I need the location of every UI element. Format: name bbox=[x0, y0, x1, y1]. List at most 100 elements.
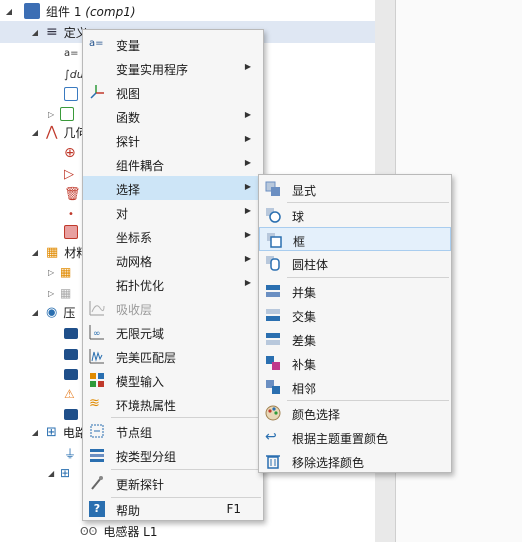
inductor-icon: ʘʘ bbox=[80, 524, 98, 538]
menu-item-pairs[interactable]: 对 ▶ bbox=[83, 200, 263, 224]
menu-item-label: 模型输入 bbox=[116, 375, 165, 389]
menu-item-functions[interactable]: 函数 ▶ bbox=[83, 104, 263, 128]
submenu-arrow-icon: ▶ bbox=[244, 206, 251, 215]
tree-node-label: 组件 1 bbox=[46, 4, 82, 19]
collapse-arrow-icon[interactable]: ◢ bbox=[4, 7, 14, 16]
menu-item-box[interactable]: 框 bbox=[259, 227, 451, 251]
menu-item-reset-color[interactable]: ↩ 根据主题重置颜色 bbox=[259, 425, 451, 449]
tree-child-acoustic-3[interactable] bbox=[64, 363, 78, 385]
tree-node-inductor[interactable]: ʘʘ 电感器 L1 bbox=[80, 520, 157, 542]
menu-separator bbox=[111, 417, 261, 418]
menu-item-component-couplings[interactable]: 组件耦合 ▶ bbox=[83, 152, 263, 176]
menu-item-probes[interactable]: 探针 ▶ bbox=[83, 128, 263, 152]
tree-node-tag: (comp1) bbox=[85, 4, 136, 19]
model-input-icon bbox=[89, 372, 105, 388]
collapse-arrow-icon[interactable]: ◢ bbox=[30, 248, 40, 257]
tree-child-material-1[interactable]: ▷ ▦ bbox=[48, 261, 71, 283]
menu-item-ambient-thermal-properties[interactable]: ≋ 环境热属性 bbox=[83, 392, 263, 416]
menu-item-remove-color[interactable]: 移除选择颜色 bbox=[259, 449, 451, 473]
absorbing-layer-icon bbox=[89, 300, 105, 316]
collapse-arrow-icon[interactable]: ◢ bbox=[48, 469, 60, 478]
menu-item-view[interactable]: 视图 bbox=[83, 80, 263, 104]
menu-item-label: 探针 bbox=[116, 135, 141, 149]
view-icon bbox=[64, 87, 78, 101]
subcircuit-icon: ⊞ bbox=[60, 466, 71, 480]
menu-item-model-input[interactable]: 模型输入 bbox=[83, 368, 263, 392]
menu-item-label: 函数 bbox=[116, 111, 141, 125]
pml-icon bbox=[89, 348, 105, 364]
update-probe-icon bbox=[89, 475, 105, 491]
tree-node-geometry[interactable]: ◢ ⋀ 几何 bbox=[0, 121, 88, 143]
menu-item-label: 节点组 bbox=[116, 426, 153, 440]
menu-item-variables[interactable]: a= 变量 bbox=[83, 32, 263, 56]
menu-item-difference[interactable]: 差集 bbox=[259, 327, 451, 351]
box-selection-icon bbox=[266, 232, 282, 248]
menu-item-cylinder[interactable]: 圆柱体 bbox=[259, 251, 451, 275]
tree-child-acoustic-2[interactable] bbox=[64, 343, 78, 365]
menu-item-group-by-type[interactable]: 按类型分组 bbox=[83, 443, 263, 467]
expand-arrow-icon[interactable]: ▷ bbox=[48, 289, 60, 298]
tree-child-variables[interactable]: a= bbox=[64, 42, 79, 64]
menu-item-variable-utilities[interactable]: 变量实用程序 ▶ bbox=[83, 56, 263, 80]
menu-item-node-group[interactable]: 节点组 bbox=[83, 419, 263, 443]
collapse-arrow-icon[interactable]: ◢ bbox=[30, 128, 40, 137]
menu-item-label: 吸收层 bbox=[116, 303, 153, 317]
selections-submenu: 显式 球 框 圆柱体 并集 交集 差集 补集 相邻 颜色选择 ↩ 根据主题重置颜… bbox=[258, 174, 452, 473]
point-icon: • bbox=[68, 208, 74, 220]
tree-child-form-union[interactable] bbox=[64, 221, 78, 243]
menu-item-moving-mesh[interactable]: 动网格 ▶ bbox=[83, 248, 263, 272]
tree-node-component[interactable]: ◢ 组件 1 (comp1) bbox=[0, 0, 375, 22]
tree-child-acoustic-1[interactable] bbox=[64, 322, 78, 344]
menu-item-perfectly-matched-layer[interactable]: 完美匹配层 bbox=[83, 344, 263, 368]
context-menu: a= 变量 变量实用程序 ▶ 视图 函数 ▶ 探针 ▶ 组件耦合 ▶ 选择 ▶ … bbox=[82, 29, 264, 521]
menu-item-label: 显式 bbox=[292, 184, 317, 198]
menu-item-complement[interactable]: 补集 bbox=[259, 351, 451, 375]
tree-child-integration[interactable]: ∫du bbox=[64, 63, 84, 85]
graphics-icon bbox=[60, 107, 74, 121]
menu-item-label: 环境热属性 bbox=[116, 399, 177, 413]
geometry-icon: ⋀ bbox=[46, 124, 58, 140]
menu-item-topology-optimization[interactable]: 拓扑优化 ▶ bbox=[83, 272, 263, 296]
tree-node-pressure-acoustics[interactable]: ◢ ◉ 压 bbox=[0, 301, 84, 323]
tree-node-label: 电感器 L1 bbox=[103, 524, 158, 539]
menu-separator bbox=[287, 277, 449, 278]
component-cube-icon bbox=[24, 3, 40, 19]
collapse-arrow-icon[interactable]: ◢ bbox=[30, 428, 40, 437]
menu-item-label: 动网格 bbox=[116, 255, 153, 269]
menu-item-ball[interactable]: 球 bbox=[259, 203, 451, 227]
adjacent-selection-icon bbox=[265, 379, 281, 395]
menu-item-coordinate-systems[interactable]: 坐标系 ▶ bbox=[83, 224, 263, 248]
acoustics-icon: ◉ bbox=[46, 304, 58, 320]
tree-child-ground[interactable]: ⏚ bbox=[64, 442, 76, 464]
tree-node-materials[interactable]: ◢ ▦ 材料 bbox=[0, 241, 88, 263]
tree-child-delete[interactable]: 🗑 bbox=[64, 183, 81, 205]
definitions-icon: ≡ bbox=[46, 24, 58, 40]
variables-icon: a= bbox=[64, 47, 79, 59]
collapse-arrow-icon[interactable]: ◢ bbox=[30, 28, 40, 37]
menu-item-color-selection[interactable]: 颜色选择 bbox=[259, 401, 451, 425]
menu-item-infinite-element-domain[interactable]: ∞ 无限元域 bbox=[83, 320, 263, 344]
menu-item-selections[interactable]: 选择 ▶ bbox=[83, 176, 263, 200]
tree-child-sphere[interactable]: ⊕ bbox=[64, 142, 76, 164]
tree-child-cone[interactable]: ▷ bbox=[64, 163, 74, 185]
menu-item-intersection[interactable]: 交集 bbox=[259, 303, 451, 327]
expand-arrow-icon[interactable]: ▷ bbox=[48, 110, 60, 119]
tree-node-circuit[interactable]: ◢ ⊞ 电路 bbox=[0, 421, 87, 443]
tree-child-view[interactable] bbox=[64, 83, 78, 105]
menu-item-union[interactable]: 并集 bbox=[259, 279, 451, 303]
tree-child-subcircuit[interactable]: ◢ ⊞ bbox=[48, 462, 70, 484]
collapse-arrow-icon[interactable]: ◢ bbox=[30, 308, 40, 317]
tree-child-acoustic-4[interactable]: ⚠ bbox=[64, 383, 75, 405]
boundary-feature-icon bbox=[64, 368, 78, 380]
warning-icon: ⚠ bbox=[64, 387, 75, 401]
materials-icon: ▦ bbox=[46, 244, 59, 260]
infinite-element-icon: ∞ bbox=[89, 324, 105, 340]
menu-item-label: 移除选择颜色 bbox=[292, 456, 365, 470]
menu-item-help[interactable]: ? 帮助 F1 bbox=[83, 497, 263, 521]
node-group-icon bbox=[89, 423, 105, 439]
cylinder-selection-icon bbox=[265, 255, 281, 271]
expand-arrow-icon[interactable]: ▷ bbox=[48, 268, 60, 277]
menu-item-update-probes[interactable]: 更新探针 bbox=[83, 471, 263, 495]
menu-item-explicit[interactable]: 显式 bbox=[259, 177, 451, 201]
menu-item-adjacent[interactable]: 相邻 bbox=[259, 375, 451, 399]
